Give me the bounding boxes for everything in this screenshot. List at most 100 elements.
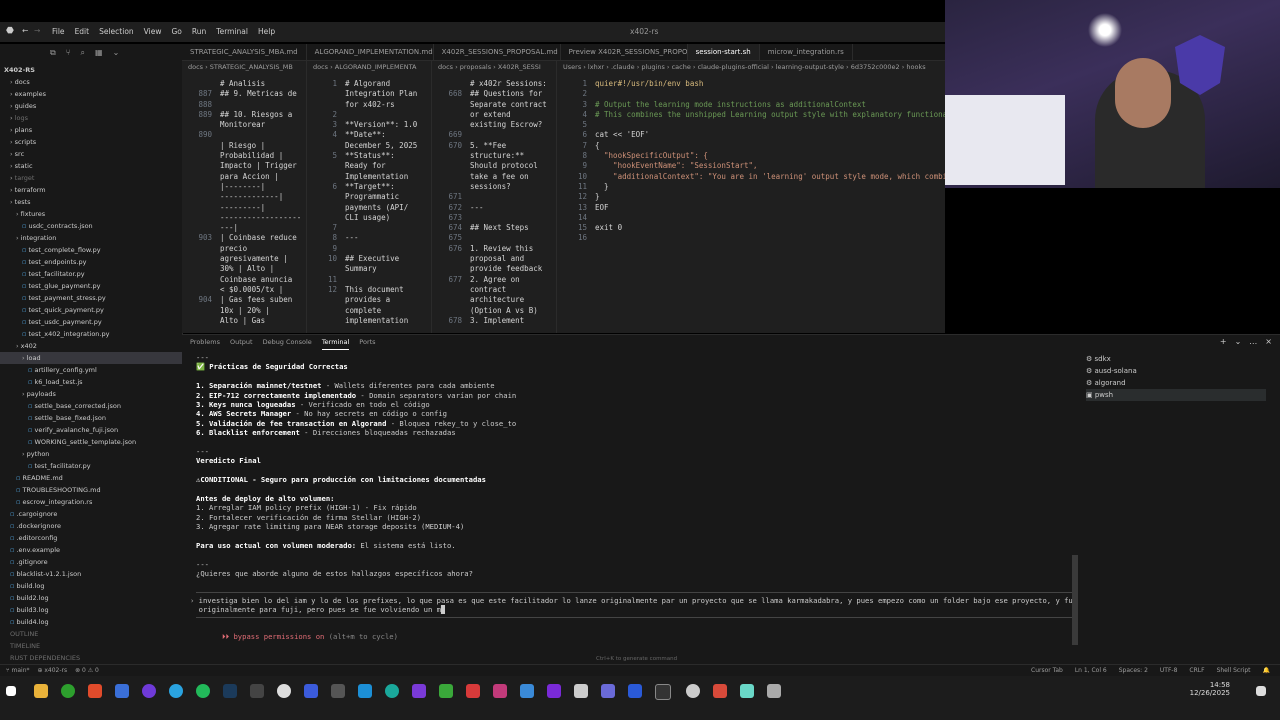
code-line[interactable]: 672 --- (432, 203, 556, 213)
code-line[interactable]: ---| (182, 223, 306, 233)
file-item[interactable]: ▫ build3.log (0, 604, 182, 616)
file-item[interactable]: ▫ test_glue_payment.py (0, 280, 182, 292)
menu-help[interactable]: Help (258, 27, 275, 36)
folder-item[interactable]: › static (0, 160, 182, 172)
code-line[interactable]: < $0.0005/tx | (182, 285, 306, 295)
explorer-icon[interactable]: ⧉ (50, 48, 56, 64)
code-line[interactable]: -------------| (182, 192, 306, 202)
tab-preview-proposal[interactable]: Preview X402R_SESSIONS_PROPOSAL.md (561, 44, 688, 60)
code-line[interactable]: 3 # Output the learning mode instructions… (557, 100, 945, 110)
breadcrumb[interactable]: docs › ALGORAND_IMPLEMENTA (307, 61, 431, 73)
file-item[interactable]: ▫ verify_avalanche_fuji.json (0, 424, 182, 436)
outline-section[interactable]: OUTLINE (0, 628, 182, 640)
file-item[interactable]: ▫ build.log (0, 580, 182, 592)
folder-item[interactable]: › scripts (0, 136, 182, 148)
code-line[interactable]: 30% | Alto | (182, 264, 306, 274)
file-item[interactable]: ▫ artillery_config.yml (0, 364, 182, 376)
back-icon[interactable]: ← (22, 26, 28, 35)
menu-go[interactable]: Go (171, 27, 181, 36)
code-line[interactable]: 8 --- (307, 233, 431, 243)
app-icon[interactable] (767, 684, 781, 698)
code-line[interactable]: # Analisis (182, 79, 306, 89)
tab-strategic-analysis[interactable]: STRATEGIC_ANALYSIS_MBA.md (182, 44, 307, 60)
project[interactable]: x402-rs (44, 667, 67, 674)
code-line[interactable]: payments (API/ (307, 203, 431, 213)
code-line[interactable]: sessions? (432, 182, 556, 192)
folder-item[interactable]: › terraform (0, 184, 182, 196)
code-line[interactable]: ---------| (182, 203, 306, 213)
editor-pane-algorand[interactable]: docs › ALGORAND_IMPLEMENTA 1 # Algorand In… (307, 61, 432, 333)
code-line[interactable]: CLI usage) (307, 213, 431, 223)
app-icon[interactable] (574, 684, 588, 698)
app-icon[interactable] (547, 684, 561, 698)
notifications-icon[interactable] (1256, 686, 1266, 696)
code-line[interactable]: 8 "hookSpecificOutput": { (557, 151, 945, 161)
code-line[interactable]: 890 (182, 130, 306, 140)
code-line[interactable]: 10 "additionalContext": "You are in 'lea… (557, 172, 945, 182)
code-line[interactable]: 2 (557, 89, 945, 99)
file-item[interactable]: ▫ test_payment_stress.py (0, 292, 182, 304)
vscode-icon[interactable] (412, 684, 426, 698)
file-item[interactable]: ▫ .env.example (0, 544, 182, 556)
code-line[interactable]: Monitorear (182, 120, 306, 130)
code-line[interactable]: 670 5. **Fee (432, 141, 556, 151)
code-line[interactable]: 1 quier#!/usr/bin/env bash (557, 79, 945, 89)
code-line[interactable]: Alto | Gas (182, 316, 306, 326)
file-item[interactable]: ▫ test_facilitator.py (0, 460, 182, 472)
app-icon[interactable] (277, 684, 291, 698)
terminal-app-icon[interactable] (115, 684, 129, 698)
file-item[interactable]: ▫ README.md (0, 472, 182, 484)
file-item[interactable]: ▫ usdc_contracts.json (0, 220, 182, 232)
rust-deps-section[interactable]: RUST DEPENDENCIES (0, 652, 182, 664)
code-line[interactable]: implementation (307, 316, 431, 326)
code-line[interactable]: 7{ (557, 141, 945, 151)
code-line[interactable]: 887 ## 9. Metricas de (182, 89, 306, 99)
folder-item[interactable]: › target (0, 172, 182, 184)
tab-ports[interactable]: Ports (359, 335, 375, 350)
code-line[interactable]: 674 ## Next Steps (432, 223, 556, 233)
source-control-icon[interactable]: ⑂ (66, 48, 71, 64)
file-item[interactable]: ▫ test_endpoints.py (0, 256, 182, 268)
file-item[interactable]: ▫ escrow_integration.rs (0, 496, 182, 508)
code-line[interactable]: 11 } (557, 182, 945, 192)
code-line[interactable]: 13 EOF (557, 203, 945, 213)
file-explorer-icon[interactable] (34, 684, 48, 698)
code-line[interactable]: provides a (307, 295, 431, 305)
folder-item[interactable]: › python (0, 448, 182, 460)
app-icon[interactable] (628, 684, 642, 698)
file-item[interactable]: ▫ .cargoignore (0, 508, 182, 520)
menu-view[interactable]: View (144, 27, 162, 36)
code-line[interactable]: or extend (432, 110, 556, 120)
code-line[interactable]: December 5, 2025 (307, 141, 431, 151)
app-icon[interactable] (466, 684, 480, 698)
code-view[interactable]: 1 quier#!/usr/bin/env bash 2 3 # Output the … (557, 79, 945, 244)
tab-escrow-integration[interactable]: microw_integration.rs (760, 44, 853, 60)
folder-item[interactable]: › examples (0, 88, 182, 100)
code-line[interactable]: 671 (432, 192, 556, 202)
menu-file[interactable]: File (52, 27, 65, 36)
code-line[interactable]: 5 (557, 120, 945, 130)
file-item[interactable]: ▫ k6_load_test.js (0, 376, 182, 388)
file-item[interactable]: ▫ settle_base_fixed.json (0, 412, 182, 424)
file-item[interactable]: ▫ TROUBLESHOOTING.md (0, 484, 182, 496)
file-item[interactable]: ▫ .gitignore (0, 556, 182, 568)
menu-terminal[interactable]: Terminal (216, 27, 248, 36)
code-line[interactable]: 678 3. Implement (432, 316, 556, 326)
timeline-section[interactable]: TIMELINE (0, 640, 182, 652)
breadcrumb[interactable]: Users › lxhxr › .claude › plugins › cach… (557, 61, 945, 73)
problems-count[interactable]: ⊗ 0 ⚠ 0 (75, 667, 99, 674)
code-line[interactable]: 6 cat << 'EOF' (557, 130, 945, 140)
file-item[interactable]: ▫ build2.log (0, 592, 182, 604)
clock-date[interactable]: 12/26/2025 (1190, 689, 1230, 697)
code-line[interactable]: 2 (307, 110, 431, 120)
terminal-item-pwsh[interactable]: ▣ pwsh (1086, 389, 1266, 401)
file-item[interactable]: ▫ test_complete_flow.py (0, 244, 182, 256)
menu-selection[interactable]: Selection (99, 27, 134, 36)
folder-item[interactable]: › fixtures (0, 208, 182, 220)
tab-session-start[interactable]: session-start.sh (687, 44, 760, 60)
app-icon[interactable] (439, 684, 453, 698)
code-line[interactable]: 669 (432, 130, 556, 140)
folder-item[interactable]: › load (0, 352, 182, 364)
code-line[interactable]: 889 ## 10. Riesgos a (182, 110, 306, 120)
code-line[interactable]: proposal and (432, 254, 556, 264)
